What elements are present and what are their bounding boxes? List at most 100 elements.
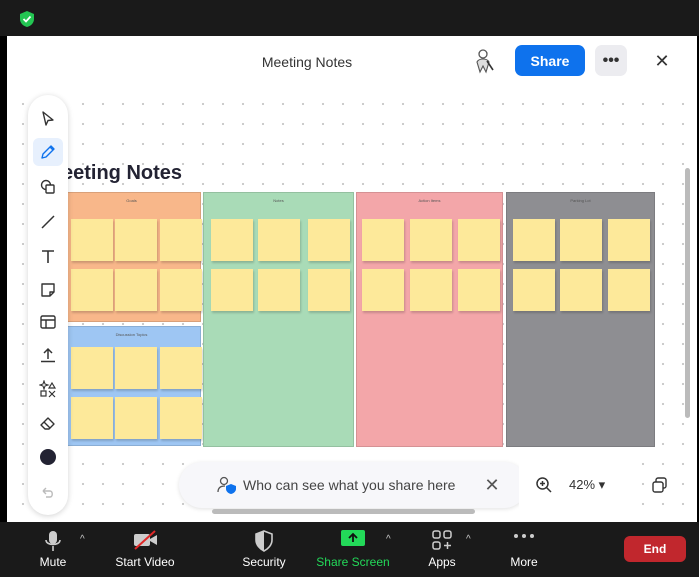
share-button[interactable]: Share	[515, 45, 585, 76]
sticky-note-icon	[41, 283, 55, 297]
zoom-controls: 42% ▾	[519, 462, 667, 508]
color-swatch-icon	[40, 449, 56, 465]
line-icon	[41, 215, 55, 229]
column-label: Goals	[126, 198, 137, 203]
share-screen-button[interactable]: Share Screen	[314, 522, 392, 577]
person-icon[interactable]	[473, 48, 497, 74]
more-button[interactable]: More	[502, 522, 546, 577]
security-label: Security	[242, 555, 286, 569]
privacy-close-button[interactable]: ✕	[481, 474, 503, 496]
sticky-note[interactable]	[410, 219, 452, 261]
app-frame: Meeting Notes Share ••• ✕ eeting Notes G…	[0, 0, 699, 577]
video-off-icon	[134, 530, 157, 550]
apps-label: Apps	[428, 555, 456, 569]
color-picker[interactable]	[33, 443, 63, 471]
security-button[interactable]: Security	[236, 522, 292, 577]
more-dots-icon	[514, 534, 534, 538]
sticky-note[interactable]	[308, 269, 350, 311]
close-button[interactable]: ✕	[651, 50, 673, 72]
shapes-icon	[40, 179, 55, 194]
security-shield-icon	[255, 530, 273, 552]
upload-tool[interactable]	[33, 341, 63, 369]
sticky-note[interactable]	[211, 269, 253, 311]
horizontal-scrollbar[interactable]	[212, 509, 475, 514]
board-column[interactable]: Parking Lot	[506, 192, 655, 447]
undo-icon	[42, 487, 53, 498]
sticky-note[interactable]	[160, 397, 202, 439]
shapes-tool[interactable]	[33, 173, 63, 201]
sticky-note[interactable]	[71, 219, 113, 261]
board-column[interactable]: Goals	[62, 192, 202, 322]
column-label: Notes	[273, 198, 284, 203]
sticky-note[interactable]	[211, 219, 253, 261]
share-screen-label: Share Screen	[316, 555, 390, 569]
sticky-note[interactable]	[115, 219, 157, 261]
share-options-caret-icon[interactable]: ^	[386, 534, 391, 545]
cursor-icon	[42, 111, 54, 126]
sticky-note[interactable]	[258, 269, 300, 311]
sticky-note[interactable]	[308, 219, 350, 261]
text-tool[interactable]	[33, 243, 63, 271]
generate-tool[interactable]	[33, 375, 63, 403]
sticky-note[interactable]	[362, 219, 404, 261]
layers-icon[interactable]	[651, 476, 669, 494]
sticky-note[interactable]	[560, 269, 602, 311]
sticky-note[interactable]	[115, 269, 157, 311]
eraser-icon	[40, 417, 55, 430]
sticky-note[interactable]	[560, 219, 602, 261]
sticky-note[interactable]	[258, 219, 300, 261]
sticky-note[interactable]	[458, 269, 500, 311]
sticky-note[interactable]	[410, 269, 452, 311]
board-column[interactable]: Discussion Topics	[62, 326, 202, 446]
sticky-note[interactable]	[458, 219, 500, 261]
zoom-level-dropdown[interactable]: 42% ▾	[569, 477, 605, 493]
upload-icon	[41, 347, 55, 363]
template-tool[interactable]	[33, 308, 63, 336]
sticky-note[interactable]	[608, 269, 650, 311]
column-label: Parking Lot	[570, 198, 591, 203]
whiteboard-window: Meeting Notes Share ••• ✕ eeting Notes G…	[7, 36, 697, 522]
sticky-note[interactable]	[71, 347, 113, 389]
board-column[interactable]: Notes	[203, 192, 354, 447]
select-tool[interactable]	[33, 105, 63, 133]
apps-button[interactable]: Apps	[420, 522, 464, 577]
sticky-note[interactable]	[513, 269, 555, 311]
board-column[interactable]: Action Items	[356, 192, 503, 447]
sticky-note[interactable]	[160, 347, 202, 389]
privacy-message: Who can see what you share here	[243, 477, 456, 493]
pencil-icon	[41, 145, 55, 159]
sticky-note[interactable]	[115, 397, 157, 439]
sticky-note[interactable]	[115, 347, 157, 389]
start-video-button[interactable]: Start Video	[110, 522, 180, 577]
person-shield-icon	[217, 476, 236, 494]
sticky-note[interactable]	[362, 269, 404, 311]
apps-options-caret-icon[interactable]: ^	[466, 534, 471, 545]
zoom-in-icon[interactable]	[535, 476, 553, 494]
sticky-note[interactable]	[160, 219, 202, 261]
vertical-scrollbar[interactable]	[685, 168, 690, 418]
sticky-note-tool[interactable]	[33, 276, 63, 304]
undo-button[interactable]	[33, 479, 63, 507]
mute-label: Mute	[39, 555, 67, 569]
pen-tool[interactable]	[33, 138, 63, 166]
board-title: eeting Notes	[62, 162, 183, 184]
sticky-note[interactable]	[71, 397, 113, 439]
column-label: Action Items	[418, 198, 441, 203]
mute-button[interactable]: Mute	[26, 522, 80, 577]
whiteboard-header: Meeting Notes Share ••• ✕	[7, 36, 697, 88]
sticky-note[interactable]	[513, 219, 555, 261]
sticky-note[interactable]	[160, 269, 202, 311]
apps-icon	[432, 530, 452, 550]
start-video-label: Start Video	[115, 555, 175, 569]
eraser-tool[interactable]	[33, 409, 63, 437]
sticky-note[interactable]	[608, 219, 650, 261]
audio-options-caret-icon[interactable]: ^	[80, 534, 85, 545]
whiteboard-canvas[interactable]: eeting Notes Goals Discussion Topics Notes…	[7, 88, 697, 522]
sticky-note[interactable]	[71, 269, 113, 311]
line-tool[interactable]	[33, 208, 63, 236]
more-options-button[interactable]: •••	[595, 45, 627, 76]
text-icon	[42, 250, 54, 263]
zoom-level-value: 42%	[569, 477, 596, 492]
end-meeting-button[interactable]: End	[624, 536, 686, 562]
shield-check-icon[interactable]	[18, 10, 36, 28]
